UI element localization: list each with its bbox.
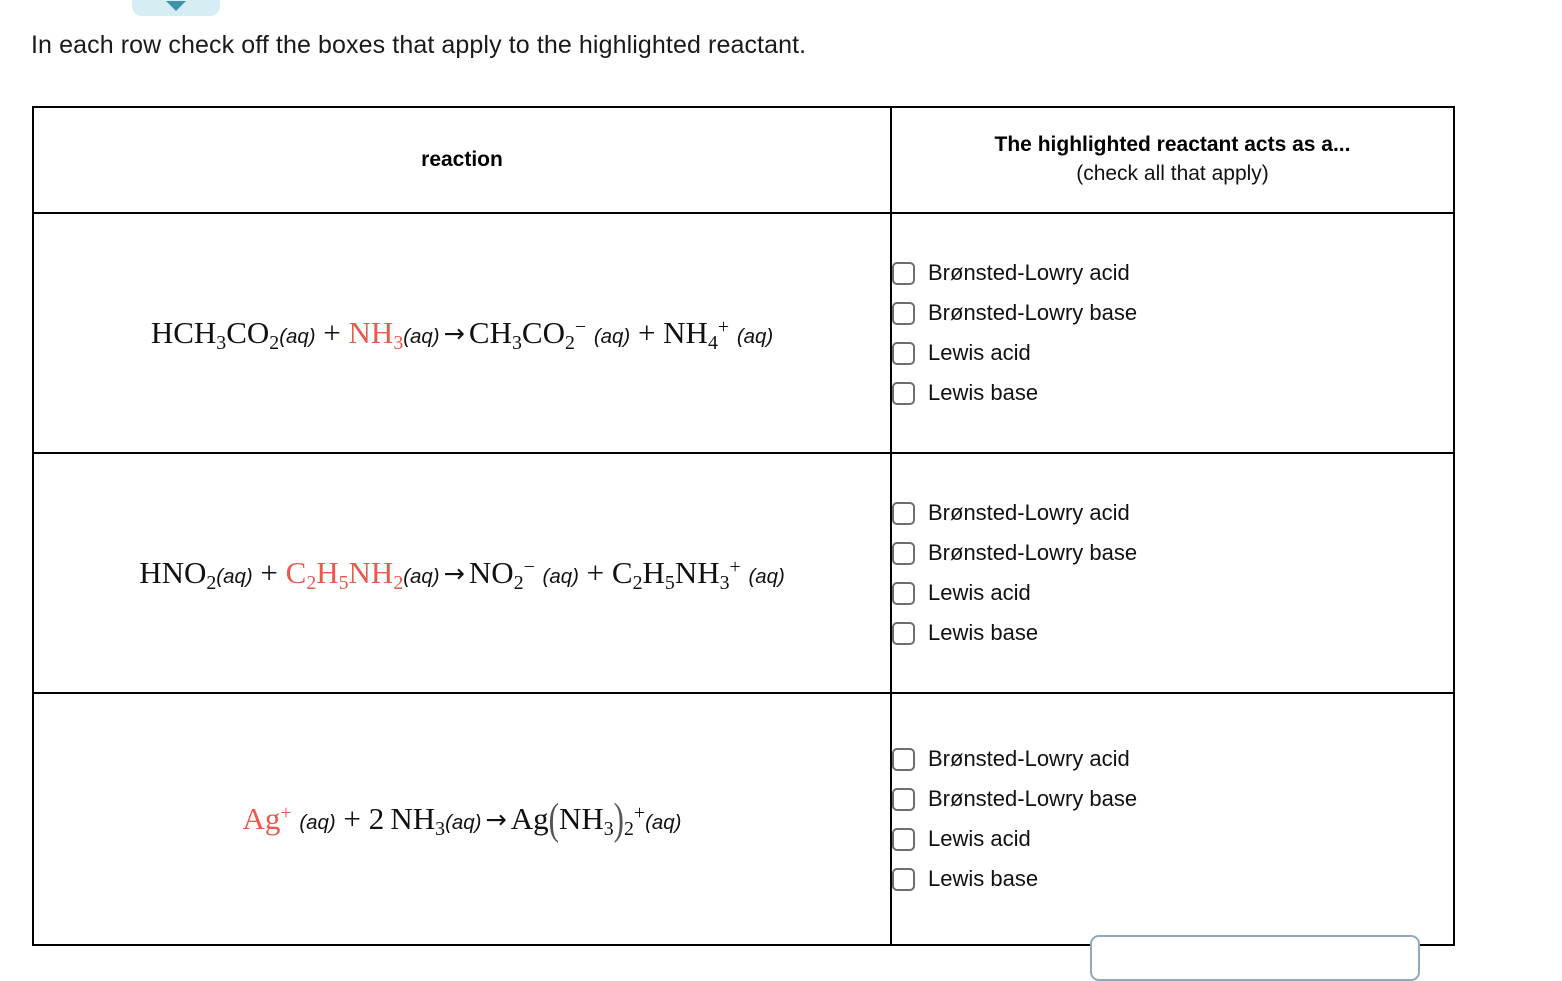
table-row: Ag+ (aq) + 2 NH3(aq) → Ag(NH3)2+(aq) Brøns… — [32, 692, 1455, 946]
checkbox-input[interactable] — [892, 827, 915, 851]
checkbox-input[interactable] — [892, 541, 915, 565]
checkbox-label: Lewis base — [928, 866, 1039, 891]
checkbox-label: Brønsted-Lowry acid — [928, 746, 1130, 771]
collapsed-dropdown-pill[interactable] — [132, 0, 220, 16]
checkbox-group-row-1: Brønsted-Lowry acid Brønsted-Lowry base … — [892, 214, 1453, 452]
checkbox-row-3-lewis-base[interactable]: Lewis base — [892, 867, 1453, 891]
checkbox-input[interactable] — [892, 341, 915, 365]
header-reaction-cell: reaction — [32, 106, 892, 214]
header-checks-title: The highlighted reactant acts as a... — [994, 133, 1351, 156]
chevron-down-icon — [165, 0, 187, 13]
checkbox-label: Lewis acid — [928, 340, 1031, 365]
table-row: HNO2(aq) + C2H5NH2(aq) → NO2− (aq) + C2H5N… — [32, 452, 1455, 694]
checkbox-input[interactable] — [892, 381, 915, 405]
reaction-cell-row-1: HCH3CO2(aq) + NH3(aq) → CH3CO2− (aq) + NH4… — [32, 212, 892, 454]
checkbox-label: Brønsted-Lowry base — [928, 540, 1138, 565]
checkbox-input[interactable] — [892, 867, 915, 891]
checkbox-cell-row-1: Brønsted-Lowry acid Brønsted-Lowry base … — [890, 212, 1455, 454]
checkbox-group-row-3: Brønsted-Lowry acid Brønsted-Lowry base … — [892, 694, 1453, 944]
checkbox-cell-row-3: Brønsted-Lowry acid Brønsted-Lowry base … — [890, 692, 1455, 946]
checkbox-label: Lewis acid — [928, 580, 1031, 605]
checkbox-input[interactable] — [892, 301, 915, 325]
reaction-table-container: reaction The highlighted reactant acts a… — [32, 106, 1455, 946]
header-reaction-label: reaction — [421, 148, 503, 171]
checkbox-label: Brønsted-Lowry acid — [928, 500, 1130, 525]
checkbox-input[interactable] — [892, 261, 915, 285]
reaction-equation-row-3: Ag+ (aq) + 2 NH3(aq) → Ag(NH3)2+(aq) — [242, 793, 682, 844]
checkbox-row-3-lewis-acid[interactable]: Lewis acid — [892, 827, 1453, 851]
reaction-equation-row-2: HNO2(aq) + C2H5NH2(aq) → NO2− (aq) + C2H5N… — [139, 555, 785, 595]
checkbox-row-2-lewis-acid[interactable]: Lewis acid — [892, 581, 1453, 605]
checkbox-row-1-bronsted-lowry-base[interactable]: Brønsted-Lowry base — [892, 301, 1453, 325]
checkbox-input[interactable] — [892, 621, 915, 645]
reaction-equation-row-1: HCH3CO2(aq) + NH3(aq) → CH3CO2− (aq) + NH4… — [150, 315, 774, 355]
checkbox-row-1-bronsted-lowry-acid[interactable]: Brønsted-Lowry acid — [892, 261, 1453, 285]
checkbox-row-2-bronsted-lowry-base[interactable]: Brønsted-Lowry base — [892, 541, 1453, 565]
instruction-text: In each row check off the boxes that app… — [31, 31, 807, 59]
checkbox-label: Lewis acid — [928, 826, 1031, 851]
checkbox-label: Lewis base — [928, 620, 1039, 645]
checkbox-label: Brønsted-Lowry base — [928, 786, 1138, 811]
checkbox-label: Brønsted-Lowry base — [928, 300, 1138, 325]
header-checks-cell: The highlighted reactant acts as a... (c… — [890, 106, 1455, 214]
table-header-row: reaction The highlighted reactant acts a… — [32, 106, 1455, 214]
checkbox-row-3-bronsted-lowry-acid[interactable]: Brønsted-Lowry acid — [892, 747, 1453, 771]
reaction-table: reaction The highlighted reactant acts a… — [32, 106, 1455, 946]
checkbox-row-2-lewis-base[interactable]: Lewis base — [892, 621, 1453, 645]
header-checks-subtitle: (check all that apply) — [1076, 162, 1269, 185]
checkbox-input[interactable] — [892, 581, 915, 605]
checkbox-row-3-bronsted-lowry-base[interactable]: Brønsted-Lowry base — [892, 787, 1453, 811]
table-row: HCH3CO2(aq) + NH3(aq) → CH3CO2− (aq) + NH4… — [32, 212, 1455, 454]
checkbox-input[interactable] — [892, 747, 915, 771]
checkbox-row-2-bronsted-lowry-acid[interactable]: Brønsted-Lowry acid — [892, 501, 1453, 525]
checkbox-input[interactable] — [892, 787, 915, 811]
checkbox-label: Brønsted-Lowry acid — [928, 260, 1130, 285]
checkbox-row-1-lewis-base[interactable]: Lewis base — [892, 381, 1453, 405]
partially-visible-button[interactable] — [1090, 935, 1420, 981]
reaction-cell-row-2: HNO2(aq) + C2H5NH2(aq) → NO2− (aq) + C2H5N… — [32, 452, 892, 694]
checkbox-input[interactable] — [892, 501, 915, 525]
reaction-cell-row-3: Ag+ (aq) + 2 NH3(aq) → Ag(NH3)2+(aq) — [32, 692, 892, 946]
checkbox-cell-row-2: Brønsted-Lowry acid Brønsted-Lowry base … — [890, 452, 1455, 694]
checkbox-label: Lewis base — [928, 380, 1039, 405]
checkbox-row-1-lewis-acid[interactable]: Lewis acid — [892, 341, 1453, 365]
checkbox-group-row-2: Brønsted-Lowry acid Brønsted-Lowry base … — [892, 454, 1453, 692]
